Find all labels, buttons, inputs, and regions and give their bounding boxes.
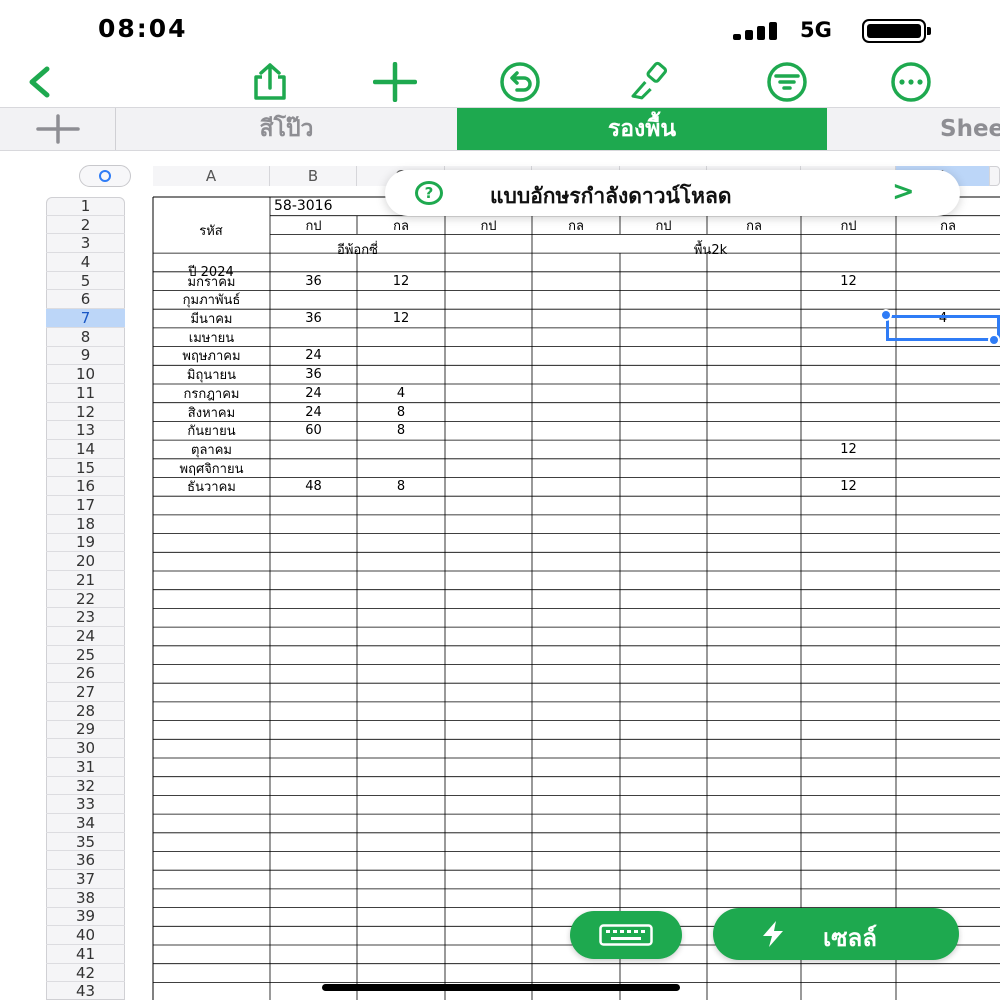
cell-C16[interactable]: 8	[357, 478, 445, 497]
cell-D2[interactable]: กป	[445, 216, 532, 234]
cell-E2[interactable]: กล	[532, 216, 620, 234]
cell-A8[interactable]: เมษายน	[153, 328, 270, 347]
cell-I9[interactable]	[896, 347, 990, 366]
lightning-icon	[763, 921, 783, 947]
cell-A9[interactable]: พฤษภาคม	[153, 347, 270, 366]
cell-I15[interactable]	[896, 459, 990, 478]
cell-C10[interactable]	[357, 365, 445, 384]
cell-I10[interactable]	[896, 365, 990, 384]
cell-H8[interactable]	[801, 328, 896, 347]
cell-C12[interactable]: 8	[357, 403, 445, 422]
keyboard-button[interactable]	[570, 911, 682, 959]
cell-H14[interactable]: 12	[801, 440, 896, 459]
cell-actions-button[interactable]: เซลล์	[713, 908, 959, 960]
cell-B11[interactable]: 24	[270, 384, 357, 403]
cell-A16[interactable]: ธันวาคม	[153, 478, 270, 497]
cell-B16[interactable]: 48	[270, 478, 357, 497]
cell-A10[interactable]: มิถุนายน	[153, 365, 270, 384]
cell-actions-label: เซลล์	[823, 924, 877, 952]
cell-H16[interactable]: 12	[801, 478, 896, 497]
cell-C8[interactable]	[357, 328, 445, 347]
spreadsheet-screen: 08:04 5G สีโป๊ว รองพื้น Sheet ABCD	[0, 0, 1000, 1000]
cell-C15[interactable]	[357, 459, 445, 478]
cell-C6[interactable]	[357, 291, 445, 310]
banner-text: แบบอักษรกำลังดาวน์โหลด	[490, 184, 732, 208]
cell-C9[interactable]	[357, 347, 445, 366]
cell-I6[interactable]	[896, 291, 990, 310]
cell-H5[interactable]: 12	[801, 272, 896, 291]
selection-handle-bottom[interactable]	[988, 334, 1000, 346]
cell-H13[interactable]	[801, 421, 896, 440]
help-icon: ?	[415, 181, 443, 205]
cell-A13[interactable]: กันยายน	[153, 421, 270, 440]
cell-A7[interactable]: มีนาคม	[153, 309, 270, 328]
cell-I13[interactable]	[896, 421, 990, 440]
cell-H6[interactable]	[801, 291, 896, 310]
cell-B7[interactable]: 36	[270, 309, 357, 328]
selection-handle-top[interactable]	[880, 309, 892, 321]
cell-B14[interactable]	[270, 440, 357, 459]
cell-B10[interactable]: 36	[270, 365, 357, 384]
font-download-banner[interactable]: ? แบบอักษรกำลังดาวน์โหลด >	[385, 170, 960, 216]
cell-C7[interactable]: 12	[357, 309, 445, 328]
cell-A2[interactable]: รหัส	[153, 216, 269, 244]
keyboard-icon	[599, 924, 653, 946]
cell-C11[interactable]: 4	[357, 384, 445, 403]
cell-H9[interactable]	[801, 347, 896, 366]
cell-B12[interactable]: 24	[270, 403, 357, 422]
cell-A12[interactable]: สิงหาคม	[153, 403, 270, 422]
cell-B6[interactable]	[270, 291, 357, 310]
cell-A14[interactable]: ตุลาคม	[153, 440, 270, 459]
cell-G2[interactable]: กล	[707, 216, 801, 234]
selected-cell-I7[interactable]	[886, 315, 1000, 341]
cell-C14[interactable]	[357, 440, 445, 459]
cell-A11[interactable]: กรกฎาคม	[153, 384, 270, 403]
home-indicator	[322, 984, 680, 991]
cell-B9[interactable]: 24	[270, 347, 357, 366]
chevron-right-icon: >	[892, 176, 915, 207]
cell-F3-merged[interactable]: พื้น2k	[620, 239, 801, 259]
cell-B2[interactable]: กป	[270, 216, 357, 234]
cell-C5[interactable]: 12	[357, 272, 445, 291]
cell-A15[interactable]: พฤศจิกายน	[153, 459, 270, 478]
cell-B1[interactable]: 58-3016	[270, 197, 360, 215]
cell-C13[interactable]: 8	[357, 421, 445, 440]
cell-I12[interactable]	[896, 403, 990, 422]
cell-B3-merged[interactable]: อีพ้อกซี่	[270, 239, 445, 259]
cell-I11[interactable]	[896, 384, 990, 403]
cell-B8[interactable]	[270, 328, 357, 347]
cell-B5[interactable]: 36	[270, 272, 357, 291]
cell-F2[interactable]: กป	[620, 216, 707, 234]
cell-H2[interactable]: กป	[801, 216, 896, 234]
cell-A6[interactable]: กุมภาพันธ์	[153, 291, 270, 310]
cell-I5[interactable]	[896, 272, 990, 291]
cell-B13[interactable]: 60	[270, 421, 357, 440]
cell-C2[interactable]: กล	[357, 216, 445, 234]
cell-I14[interactable]	[896, 440, 990, 459]
cell-H15[interactable]	[801, 459, 896, 478]
grid-lines	[152, 196, 1000, 1000]
cell-A5[interactable]: มกราคม	[153, 272, 270, 291]
cell-I2[interactable]: กล	[896, 216, 1000, 234]
cell-H12[interactable]	[801, 403, 896, 422]
cell-I16[interactable]	[896, 478, 990, 497]
cell-H11[interactable]	[801, 384, 896, 403]
cell-H10[interactable]	[801, 365, 896, 384]
cell-B15[interactable]	[270, 459, 357, 478]
